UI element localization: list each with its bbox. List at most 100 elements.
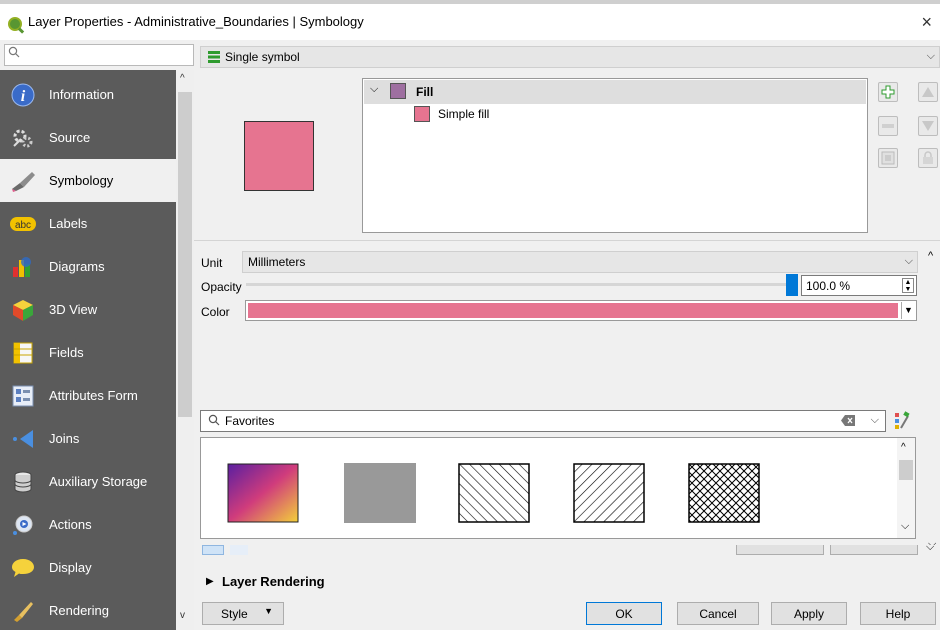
scroll-down-icon[interactable]: ⌵ xyxy=(901,520,909,533)
gray-fill-symbol[interactable] xyxy=(344,463,416,523)
sidebar-item-label: Diagrams xyxy=(49,259,105,274)
sidebar-item-rendering[interactable]: Rendering xyxy=(0,589,176,630)
tree-fill-label: Fill xyxy=(416,85,434,99)
sidebar-item-diagrams[interactable]: Diagrams xyxy=(0,245,176,288)
gradient-symbol[interactable] xyxy=(227,463,299,523)
sidebar-scroll-thumb[interactable] xyxy=(178,92,192,417)
window-title: Layer Properties - Administrative_Bounda… xyxy=(28,14,364,29)
symbol-layer-tree: ⌵ Fill Simple fill xyxy=(362,78,868,233)
cancel-button[interactable]: Cancel xyxy=(677,602,759,625)
sidebar-search-input[interactable] xyxy=(4,44,194,66)
sidebar-item-source[interactable]: Source xyxy=(0,116,176,159)
sidebar-item-label: Labels xyxy=(49,216,88,231)
svg-text:i: i xyxy=(21,88,26,105)
crosshatch-symbol[interactable] xyxy=(688,463,760,523)
clear-search-icon[interactable] xyxy=(841,415,855,429)
sidebar-item-joins[interactable]: Joins xyxy=(0,417,176,460)
opacity-label: Opacity xyxy=(201,280,242,294)
auxiliary-storage-icon xyxy=(10,469,36,495)
reverse-hatch-symbol[interactable] xyxy=(573,463,645,523)
scroll-up-icon[interactable]: ^ xyxy=(901,442,906,453)
qgis-logo-icon xyxy=(8,17,22,31)
opacity-slider[interactable] xyxy=(246,283,786,286)
rendering-icon xyxy=(10,598,36,624)
sidebar-item-3d-view[interactable]: 3D View xyxy=(0,288,176,331)
renderer-type-select[interactable]: Single symbol ⌵ xyxy=(200,46,940,68)
tree-simple-fill-label: Simple fill xyxy=(438,107,490,121)
sidebar-item-label: Joins xyxy=(49,431,80,446)
title-bar: Layer Properties - Administrative_Bounda… xyxy=(0,0,940,40)
sidebar-item-actions[interactable]: Actions xyxy=(0,503,176,546)
unit-label: Unit xyxy=(201,256,223,270)
sidebar-item-label: Display xyxy=(49,560,92,575)
opacity-spinbox[interactable]: 100.0 % ▲ ▼ xyxy=(801,275,917,296)
style-search-value: Favorites xyxy=(225,414,275,428)
sidebar-item-label: Attributes Form xyxy=(49,388,138,403)
ok-button-label: OK xyxy=(615,606,633,621)
duplicate-layer-button[interactable] xyxy=(878,148,898,168)
ok-button[interactable]: OK xyxy=(586,602,662,625)
hatch-symbol[interactable] xyxy=(458,463,530,523)
close-button[interactable]: × xyxy=(921,12,932,33)
sidebar-item-label: Source xyxy=(49,130,91,145)
sidebar-item-attributes-form[interactable]: Attributes Form xyxy=(0,374,176,417)
expand-arrow-icon[interactable]: ▶ xyxy=(206,576,214,587)
gallery-scroll-thumb[interactable] xyxy=(899,460,913,480)
diagrams-icon xyxy=(10,254,36,280)
color-swatch xyxy=(248,303,898,318)
remove-symbol-layer-button[interactable] xyxy=(878,116,898,136)
tree-row-fill[interactable]: ⌵ Fill xyxy=(364,80,866,104)
move-up-button[interactable] xyxy=(918,82,938,102)
help-button-label: Help xyxy=(885,606,911,621)
source-icon xyxy=(10,125,36,151)
scroll-up-icon[interactable]: ^ xyxy=(928,250,933,262)
properties-scrollbar[interactable]: ^ ⌵ xyxy=(926,246,940,556)
spin-arrows-icon[interactable]: ▲ ▼ xyxy=(902,278,914,293)
save-symbol-button[interactable] xyxy=(736,545,824,555)
sidebar-item-label: Symbology xyxy=(49,173,114,188)
style-button[interactable]: Style ▼ xyxy=(202,602,284,625)
sidebar-item-fields[interactable]: Fields xyxy=(0,331,176,374)
chevron-down-icon: ⌵ xyxy=(926,541,935,553)
scroll-down-icon[interactable]: v xyxy=(180,610,185,621)
style-manager-icon[interactable] xyxy=(893,410,911,433)
single-symbol-icon xyxy=(207,50,221,67)
divider xyxy=(194,240,940,241)
apply-button[interactable]: Apply xyxy=(771,602,847,625)
actions-icon xyxy=(10,512,36,538)
chevron-down-icon[interactable]: ⌵ xyxy=(370,83,378,96)
simple-fill-swatch xyxy=(414,106,430,122)
sidebar-item-labels[interactable]: abc Labels xyxy=(0,202,176,245)
list-view-icon[interactable] xyxy=(230,545,248,555)
color-label: Color xyxy=(201,305,230,319)
dropdown-arrow-icon[interactable]: ▼ xyxy=(901,302,915,319)
help-button[interactable]: Help xyxy=(860,602,936,625)
sidebar-item-display[interactable]: Display xyxy=(0,546,176,589)
scroll-up-icon[interactable]: ^ xyxy=(180,73,185,84)
sidebar-item-label: Auxiliary Storage xyxy=(49,474,148,489)
lock-icon[interactable] xyxy=(918,148,938,168)
tree-row-simple-fill[interactable]: Simple fill xyxy=(364,104,866,126)
gallery-scrollbar[interactable]: ^ ⌵ xyxy=(897,438,915,538)
svg-text:abc: abc xyxy=(15,220,31,231)
chevron-down-icon[interactable]: ⌵ xyxy=(871,414,879,427)
unit-select[interactable]: Millimeters ⌵ xyxy=(242,251,918,273)
sidebar-item-label: Information xyxy=(49,87,115,102)
opacity-slider-handle[interactable] xyxy=(786,274,798,296)
color-button[interactable]: ▼ xyxy=(245,300,917,321)
layer-rendering-section[interactable]: Layer Rendering xyxy=(222,574,325,589)
fill-swatch xyxy=(390,83,406,99)
sidebar-item-auxiliary-storage[interactable]: Auxiliary Storage xyxy=(0,460,176,503)
move-down-button[interactable] xyxy=(918,116,938,136)
display-icon xyxy=(10,555,36,581)
search-icon xyxy=(208,414,220,429)
sidebar-scrollbar[interactable]: ^ v xyxy=(176,70,194,630)
sidebar-item-symbology[interactable]: Symbology xyxy=(0,159,176,202)
advanced-button[interactable] xyxy=(830,545,918,555)
attributes-form-icon xyxy=(10,383,36,409)
add-symbol-layer-button[interactable] xyxy=(878,82,898,102)
style-library-search[interactable]: Favorites ⌵ xyxy=(200,410,886,432)
sidebar-item-information[interactable]: i Information xyxy=(0,73,176,116)
fields-icon xyxy=(10,340,36,366)
icon-view-icon[interactable] xyxy=(202,545,224,555)
